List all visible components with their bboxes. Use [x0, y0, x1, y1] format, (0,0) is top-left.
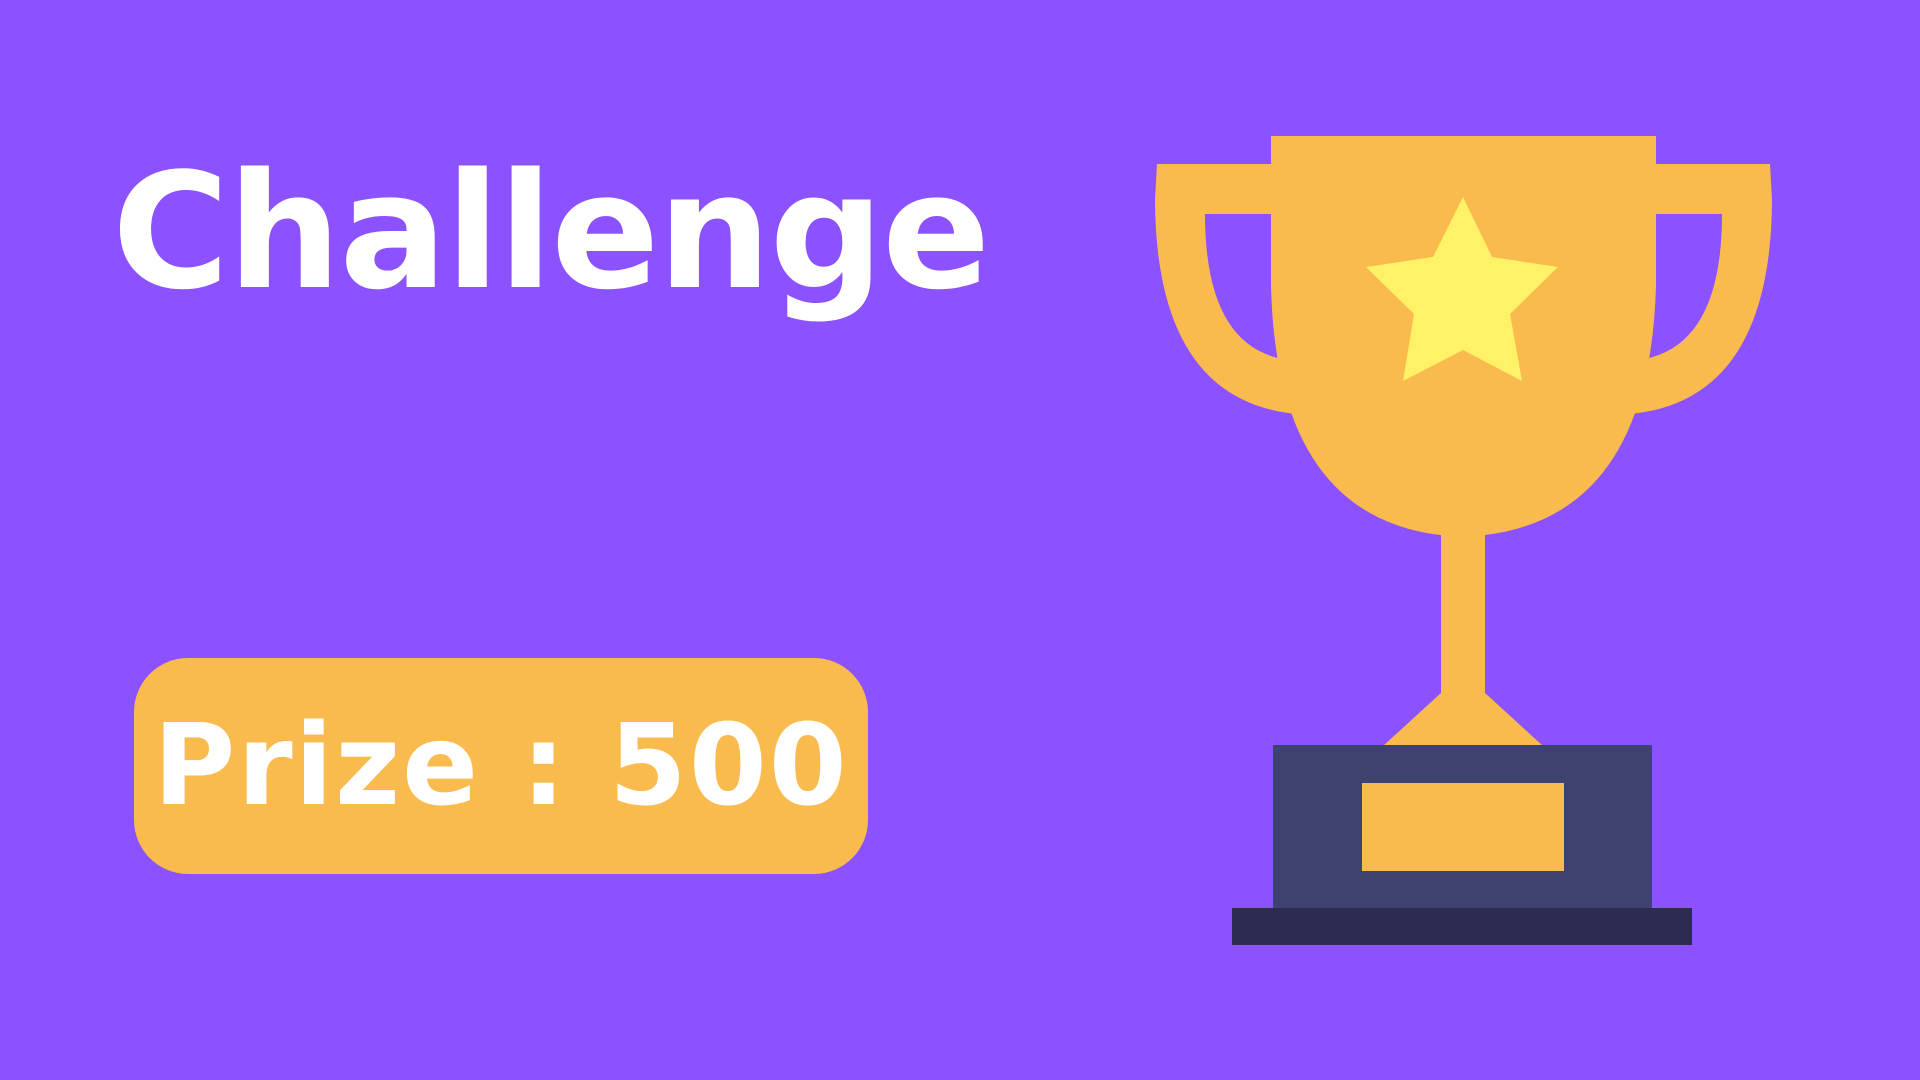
trophy-neck [1383, 693, 1543, 746]
trophy-plinth [1232, 908, 1692, 945]
trophy-icon [1155, 136, 1772, 945]
challenge-title: Challenge [112, 138, 990, 325]
trophy-stem [1441, 530, 1485, 695]
trophy-plaque [1362, 783, 1564, 871]
prize-label: Prize : 500 [153, 701, 849, 831]
prize-badge: Prize : 500 [134, 658, 868, 874]
